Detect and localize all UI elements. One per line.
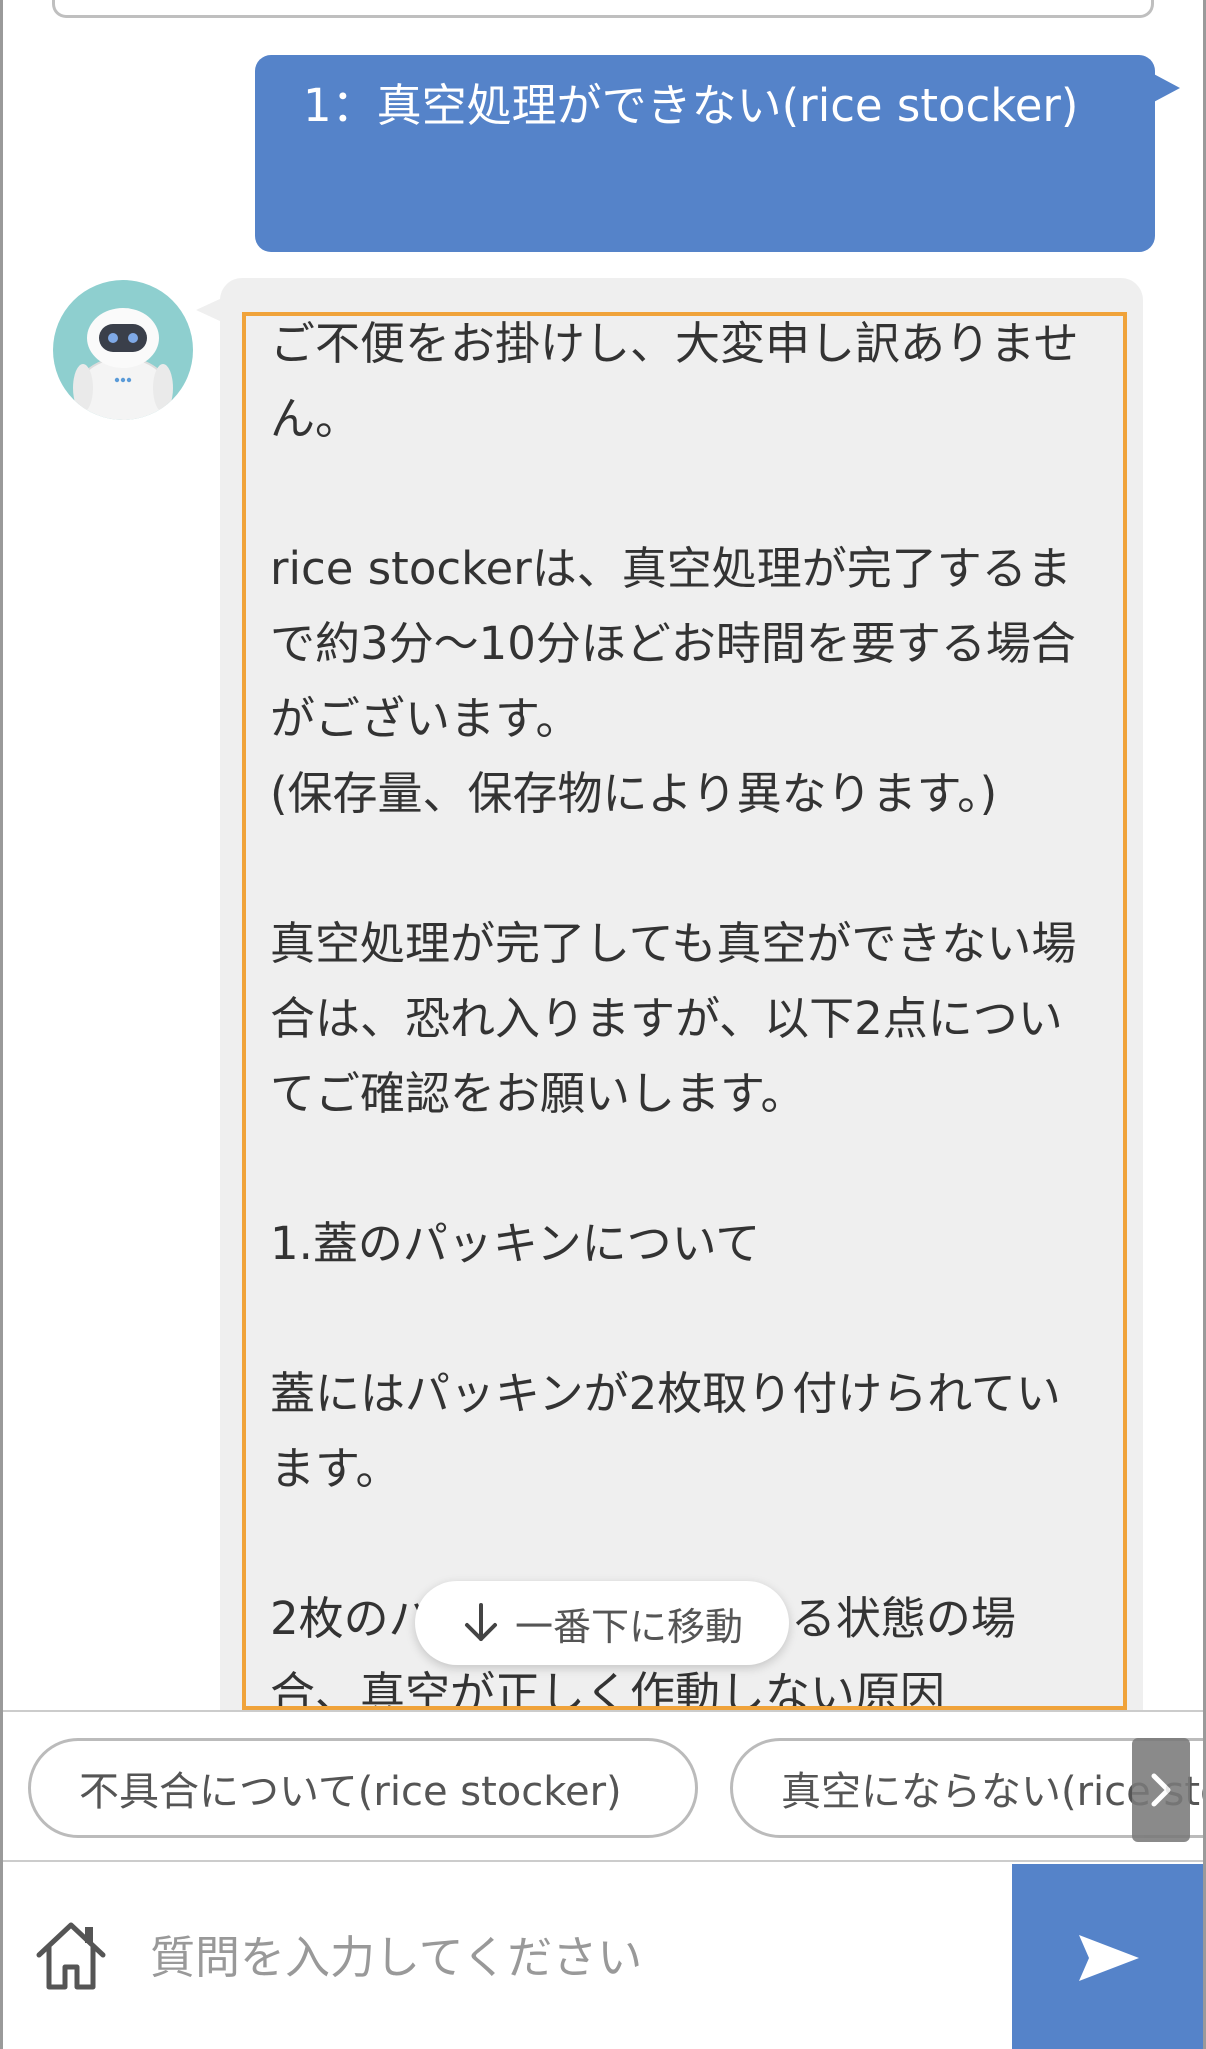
previous-message-bubble [52, 0, 1154, 18]
send-icon [1079, 1934, 1139, 1981]
arrow-down-icon [464, 1603, 497, 1641]
user-bubble-tail [1150, 72, 1180, 104]
scroll-to-bottom-label: 一番下に移動 [514, 1604, 743, 1649]
bot-bubble-tail [196, 298, 222, 322]
robot-avatar [53, 280, 193, 420]
bot-message-text: ご不便をお掛けし、大変申し訳ありません。 rice stockerは、真空処理が… [270, 317, 1079, 1710]
input-bar [0, 1860, 1206, 2049]
home-icon[interactable] [33, 1917, 109, 1993]
chat-log[interactable]: 1：真空処理ができない(rice stocker) ご不便をお掛けし、大変申し訳… [0, 0, 1206, 1710]
bot-message-highlight: ご不便をお掛けし、大変申し訳ありません。 rice stockerは、真空処理が… [242, 312, 1127, 1710]
suggestion-chip-defects[interactable]: 不具合について(rice stocker) [28, 1738, 698, 1838]
user-message-bubble: 1：真空処理ができない(rice stocker) [255, 55, 1155, 252]
suggestion-scroll-right-button[interactable] [1132, 1738, 1190, 1842]
question-input[interactable] [150, 1902, 990, 2012]
suggestion-bar[interactable]: 不具合について(rice stocker) 真空にならない(rice stock… [0, 1710, 1206, 1860]
send-button[interactable] [1012, 1864, 1206, 2049]
chevron-right-icon [1151, 1773, 1171, 1807]
scroll-to-bottom-button[interactable]: 一番下に移動 [415, 1581, 789, 1665]
